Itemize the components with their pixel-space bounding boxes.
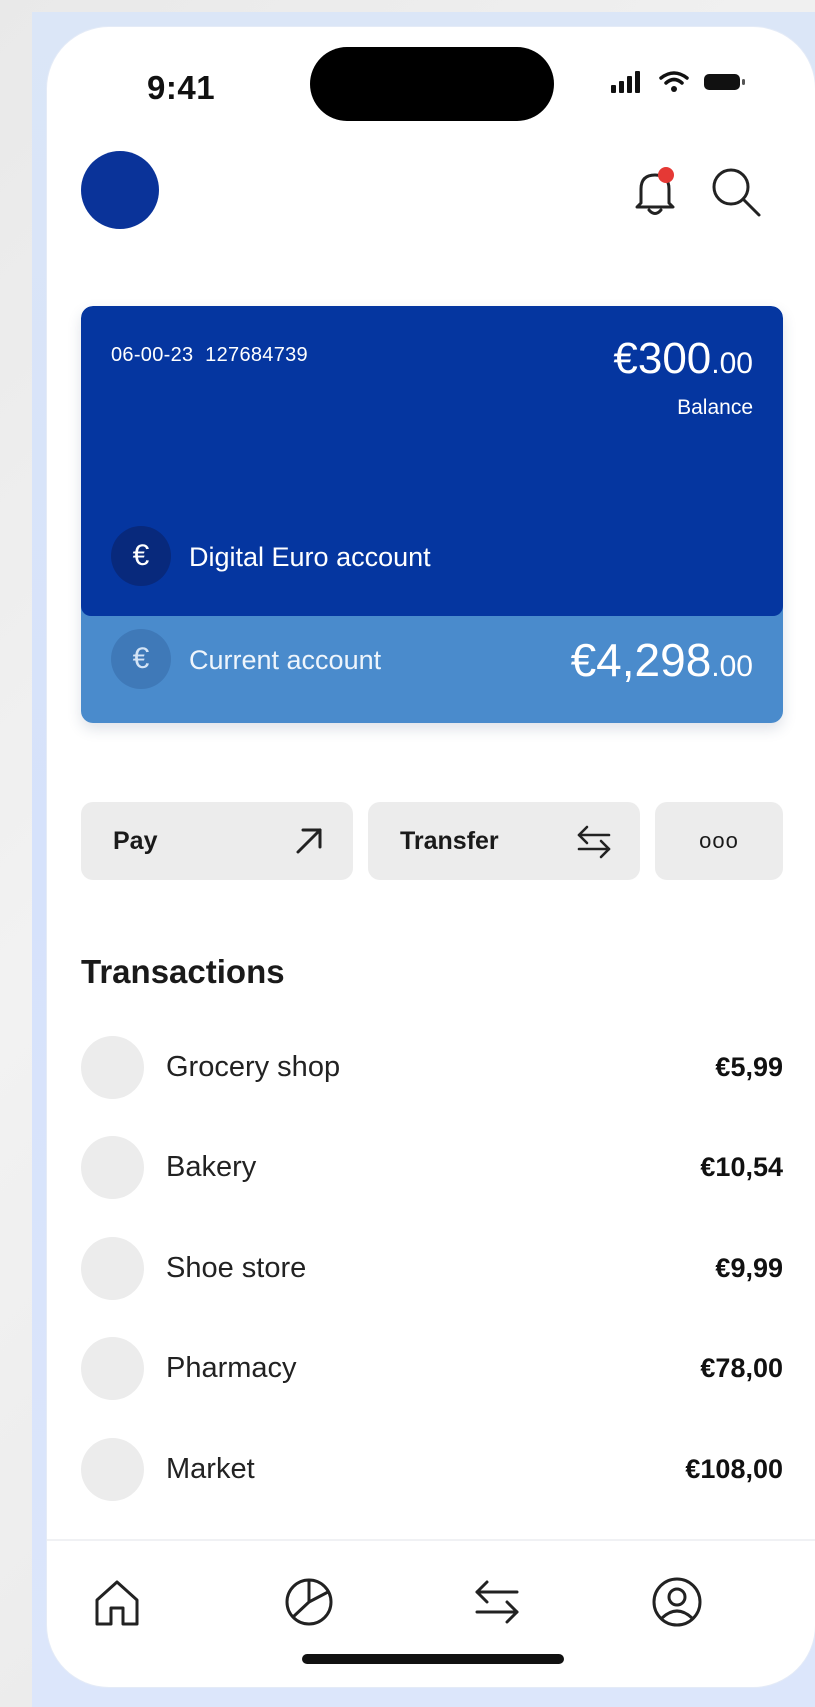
merchant-avatar	[81, 1337, 144, 1401]
transfer-label: Transfer	[400, 826, 499, 855]
transaction-row[interactable]: Grocery shop €5,99	[81, 1017, 783, 1118]
account-cards: 06-00-23 127684739 €300.00 Balance € Dig…	[81, 306, 783, 723]
current-account-card[interactable]: € Current account €4,298.00	[81, 601, 783, 723]
transaction-amount: €10,54	[700, 1152, 783, 1183]
arrow-up-right-icon	[296, 828, 322, 854]
nav-home[interactable]	[87, 1572, 147, 1632]
profile-icon	[652, 1577, 702, 1627]
current-account-name: Current account	[189, 645, 382, 675]
transaction-row[interactable]: Pharmacy €78,00	[81, 1319, 783, 1420]
status-icons	[611, 71, 747, 93]
status-time: 9:41	[147, 69, 216, 106]
home-indicator[interactable]	[302, 1654, 564, 1664]
swap-arrows-icon	[475, 1580, 519, 1624]
transaction-amount: €5,99	[715, 1051, 783, 1082]
transaction-row[interactable]: Bakery €10,54	[81, 1118, 783, 1219]
merchant-avatar	[81, 1236, 144, 1300]
nav-profile[interactable]	[647, 1572, 707, 1632]
signal-icon	[611, 71, 640, 93]
dynamic-island	[310, 47, 554, 121]
transaction-amount: €78,00	[700, 1353, 783, 1384]
merchant-avatar	[81, 1136, 144, 1200]
pay-button[interactable]: Pay	[81, 802, 353, 880]
merchant-avatar	[81, 1035, 144, 1099]
search-button[interactable]	[707, 163, 765, 221]
more-button[interactable]: ooo	[655, 802, 783, 880]
quick-actions: Pay Transfer ooo	[81, 802, 783, 880]
nav-divider	[47, 1539, 815, 1541]
transaction-amount: €9,99	[715, 1252, 783, 1283]
euro-icon: €	[111, 526, 171, 586]
transaction-amount: €108,00	[685, 1453, 783, 1484]
account-number: 06-00-23 127684739	[111, 344, 308, 366]
current-balance: €4,298.00	[570, 634, 753, 686]
transaction-name: Shoe store	[166, 1251, 307, 1284]
battery-icon	[704, 74, 745, 90]
pay-label: Pay	[113, 826, 158, 855]
bell-icon	[635, 167, 675, 215]
nav-insights[interactable]	[279, 1572, 339, 1632]
bottom-nav	[47, 1572, 815, 1642]
transaction-name: Bakery	[166, 1151, 257, 1184]
transfer-button[interactable]: Transfer	[368, 802, 640, 880]
notification-dot	[658, 167, 674, 183]
digital-balance: €300.00	[613, 334, 753, 383]
notifications-button[interactable]	[627, 163, 683, 221]
more-label: ooo	[699, 828, 739, 853]
avatar[interactable]	[81, 151, 159, 229]
transaction-name: Market	[166, 1452, 255, 1485]
digital-account-name: Digital Euro account	[189, 542, 431, 572]
balance-label: Balance	[677, 396, 753, 419]
merchant-avatar	[81, 1437, 144, 1501]
search-icon	[712, 168, 761, 217]
phone-screen: 9:41 06-00-23 127684739 €300.00 Balance …	[47, 27, 815, 1687]
nav-transfers[interactable]	[467, 1572, 527, 1632]
transactions-list: Grocery shop €5,99 Bakery €10,54 Shoe st…	[81, 1017, 783, 1520]
transaction-name: Grocery shop	[166, 1050, 341, 1083]
euro-icon: €	[111, 629, 171, 689]
swap-arrows-icon	[577, 825, 611, 859]
wifi-icon	[659, 71, 689, 92]
digital-euro-card[interactable]: 06-00-23 127684739 €300.00 Balance € Dig…	[81, 306, 783, 616]
pie-chart-icon	[285, 1578, 333, 1626]
transaction-row[interactable]: Market €108,00	[81, 1419, 783, 1520]
transactions-title: Transactions	[81, 953, 285, 990]
home-icon	[95, 1580, 139, 1626]
transaction-name: Pharmacy	[166, 1352, 297, 1385]
transaction-row[interactable]: Shoe store €9,99	[81, 1218, 783, 1319]
